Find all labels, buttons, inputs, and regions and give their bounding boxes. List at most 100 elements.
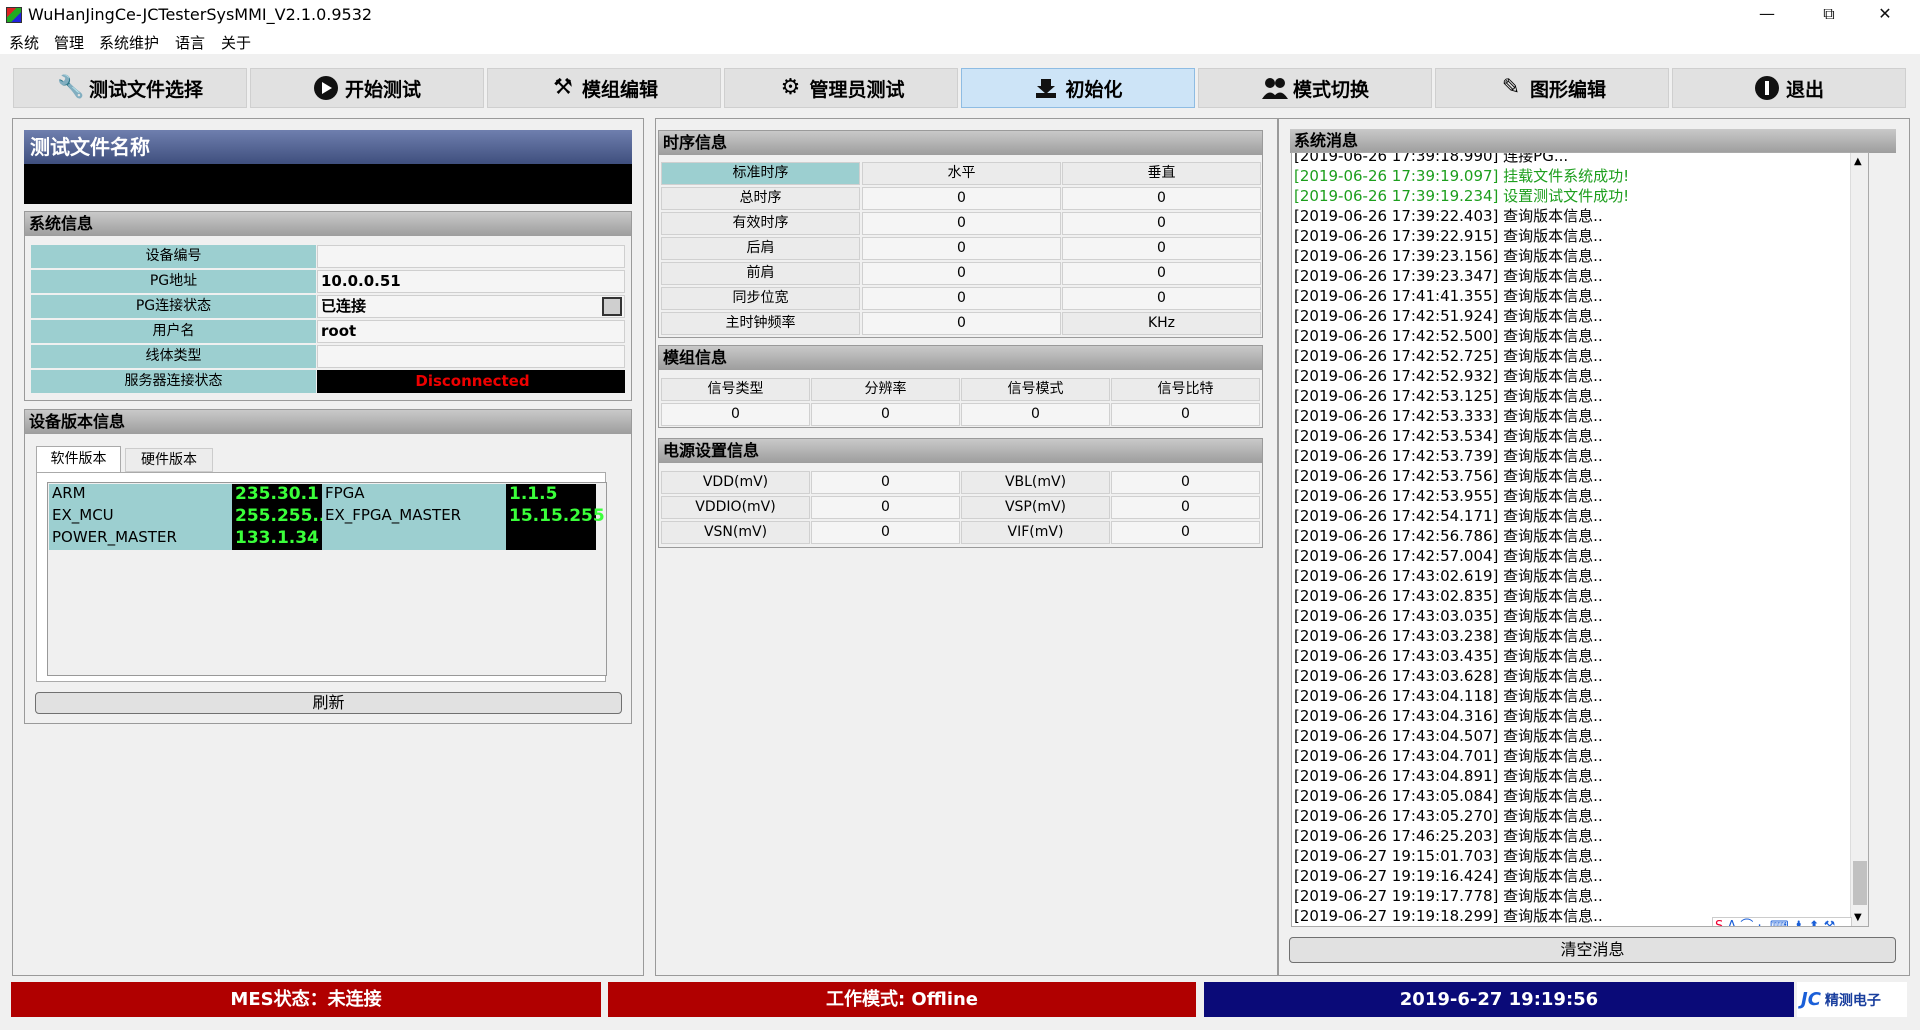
test-file-select-button[interactable]: 🔧 测试文件选择 bbox=[13, 68, 247, 108]
log-line: [2019-06-26 17:43:04.891] 查询版本信息.. bbox=[1294, 767, 1603, 785]
ime-logo-icon: S bbox=[1715, 919, 1724, 927]
server-connection-value: Disconnected bbox=[317, 370, 625, 393]
timing-header: 标准时序 bbox=[661, 162, 860, 185]
power-cell: 0 bbox=[811, 521, 960, 544]
device-version-title: 设备版本信息 bbox=[25, 410, 631, 434]
username-label: 用户名 bbox=[31, 320, 316, 343]
info-icon bbox=[1754, 75, 1780, 101]
pg-connection-label: PG连接状态 bbox=[31, 295, 316, 318]
username-value: root bbox=[317, 320, 625, 343]
log-line: [2019-06-26 17:42:53.739] 查询版本信息.. bbox=[1294, 447, 1603, 465]
tools-icon: ⚒ bbox=[553, 75, 573, 100]
graphic-edit-button[interactable]: ✎ 图形编辑 bbox=[1435, 68, 1669, 108]
log-line: [2019-06-26 17:39:23.347] 查询版本信息.. bbox=[1294, 267, 1603, 285]
message-log: [2019-06-26 17:39:18.990] 连接PG... [2019-0… bbox=[1291, 152, 1869, 927]
power-cell: VDD(mV) bbox=[661, 471, 810, 494]
module-header: 信号模式 bbox=[961, 378, 1110, 401]
device-id-value bbox=[317, 245, 625, 268]
log-line: [2019-06-27 19:15:01.703] 查询版本信息.. bbox=[1294, 847, 1603, 865]
clear-messages-button[interactable]: 清空消息 bbox=[1289, 937, 1896, 963]
timing-cell: 0 bbox=[862, 287, 1061, 310]
power-title: 电源设置信息 bbox=[659, 439, 1262, 463]
module-value: 0 bbox=[961, 403, 1110, 426]
scroll-down-icon[interactable]: ▼ bbox=[1854, 912, 1862, 923]
datetime-status: 2019-6-27 19:19:56 bbox=[1204, 982, 1794, 1017]
log-scrollbar[interactable]: ▲ ▼ bbox=[1850, 153, 1868, 926]
timing-cell: 总时序 bbox=[661, 187, 860, 210]
log-line: [2019-06-26 17:42:52.932] 查询版本信息.. bbox=[1294, 367, 1603, 385]
log-line: [2019-06-26 17:43:05.270] 查询版本信息.. bbox=[1294, 807, 1603, 825]
mode-switch-button[interactable]: 模式切换 bbox=[1198, 68, 1432, 108]
pg-address-label: PG地址 bbox=[31, 270, 316, 293]
tab-hardware-version[interactable]: 硬件版本 bbox=[125, 448, 213, 472]
minimize-button[interactable]: — bbox=[1744, 0, 1790, 30]
window-title: WuHanJingCe-JCTesterSysMMI_V2.1.0.9532 bbox=[28, 5, 373, 24]
log-line: [2019-06-26 17:43:02.619] 查询版本信息.. bbox=[1294, 567, 1603, 585]
module-edit-button[interactable]: ⚒ 模组编辑 bbox=[487, 68, 721, 108]
line-type-label: 线体类型 bbox=[31, 345, 316, 368]
timing-cell: 0 bbox=[1062, 262, 1261, 285]
module-value: 0 bbox=[811, 403, 960, 426]
close-button[interactable]: ✕ bbox=[1862, 0, 1908, 30]
module-header: 信号比特 bbox=[1111, 378, 1260, 401]
users-icon bbox=[1261, 75, 1288, 101]
module-value: 0 bbox=[661, 403, 810, 426]
menu-system[interactable]: 系统 bbox=[9, 32, 39, 53]
power-cell: VSN(mV) bbox=[661, 521, 810, 544]
timing-cell: 同步位宽 bbox=[661, 287, 860, 310]
company-logo: JC 精测电子 bbox=[1797, 982, 1907, 1017]
timing-cell: 0 bbox=[1062, 212, 1261, 235]
tab-software-version[interactable]: 软件版本 bbox=[36, 446, 121, 472]
version-value-fpga: 1.1.5 bbox=[506, 484, 596, 506]
timing-cell: 0 bbox=[862, 262, 1061, 285]
log-line: [2019-06-26 17:43:03.628] 查询版本信息.. bbox=[1294, 667, 1603, 685]
connection-toggle[interactable] bbox=[602, 297, 622, 316]
scroll-thumb[interactable] bbox=[1853, 861, 1867, 905]
app-icon bbox=[6, 7, 22, 23]
timing-cell: 0 bbox=[862, 187, 1061, 210]
module-value: 0 bbox=[1111, 403, 1260, 426]
menu-maintenance[interactable]: 系统维护 bbox=[99, 32, 159, 53]
log-line: [2019-06-26 17:43:02.835] 查询版本信息.. bbox=[1294, 587, 1603, 605]
menu-language[interactable]: 语言 bbox=[175, 32, 205, 53]
version-value-ex-fpga-master: 15.15.255 bbox=[506, 506, 605, 528]
menu-bar: 系统 管理 系统维护 语言 关于 bbox=[0, 30, 1920, 54]
log-line: [2019-06-26 17:43:04.118] 查询版本信息.. bbox=[1294, 687, 1603, 705]
menu-about[interactable]: 关于 bbox=[221, 32, 251, 53]
module-header: 信号类型 bbox=[661, 378, 810, 401]
log-line: [2019-06-26 17:39:19.097] 挂载文件系统成功! bbox=[1294, 167, 1630, 185]
version-name-power-master: POWER_MASTER bbox=[49, 528, 232, 550]
log-line: [2019-06-26 17:42:53.333] 查询版本信息.. bbox=[1294, 407, 1603, 425]
timing-cell: KHz bbox=[1062, 312, 1261, 335]
power-cell: VIF(mV) bbox=[961, 521, 1110, 544]
line-type-value bbox=[317, 345, 625, 368]
timing-header: 水平 bbox=[862, 162, 1061, 185]
log-line: [2019-06-26 17:39:23.156] 查询版本信息.. bbox=[1294, 247, 1603, 265]
test-file-title: 测试文件名称 bbox=[24, 130, 632, 164]
log-line: [2019-06-26 17:42:53.756] 查询版本信息.. bbox=[1294, 467, 1603, 485]
log-line: [2019-06-26 17:42:53.125] 查询版本信息.. bbox=[1294, 387, 1603, 405]
log-line: [2019-06-26 17:39:22.403] 查询版本信息.. bbox=[1294, 207, 1603, 225]
timing-cell: 0 bbox=[1062, 237, 1261, 260]
restore-button[interactable]: ⧉ bbox=[1806, 0, 1852, 30]
test-file-name bbox=[24, 164, 632, 204]
server-connection-label: 服务器连接状态 bbox=[31, 370, 316, 393]
log-line: [2019-06-26 17:42:51.924] 查询版本信息.. bbox=[1294, 307, 1603, 325]
log-line: [2019-06-26 17:42:52.500] 查询版本信息.. bbox=[1294, 327, 1603, 345]
admin-test-button[interactable]: ⚙ 管理员测试 bbox=[724, 68, 958, 108]
timing-cell: 前肩 bbox=[661, 262, 860, 285]
version-name-ex-fpga-master: EX_FPGA_MASTER bbox=[322, 506, 506, 528]
timing-header: 垂直 bbox=[1062, 162, 1261, 185]
system-message-title: 系统消息 bbox=[1290, 129, 1896, 153]
exit-button[interactable]: 退出 bbox=[1672, 68, 1906, 108]
refresh-button[interactable]: 刷新 bbox=[35, 692, 622, 714]
start-test-button[interactable]: 开始测试 bbox=[250, 68, 484, 108]
log-line: [2019-06-26 17:42:56.786] 查询版本信息.. bbox=[1294, 527, 1603, 545]
ime-toolbar[interactable]: S A ⌒ ·, ⌨ ♟ ⬆ ⚒ bbox=[1712, 917, 1852, 927]
device-id-label: 设备编号 bbox=[31, 245, 316, 268]
scroll-up-icon[interactable]: ▲ bbox=[1854, 156, 1862, 167]
menu-manage[interactable]: 管理 bbox=[54, 32, 84, 53]
work-mode-status: 工作模式: Offline bbox=[608, 982, 1196, 1017]
initialize-button[interactable]: 初始化 bbox=[961, 68, 1195, 108]
version-name-ex-mcu: EX_MCU bbox=[49, 506, 232, 528]
